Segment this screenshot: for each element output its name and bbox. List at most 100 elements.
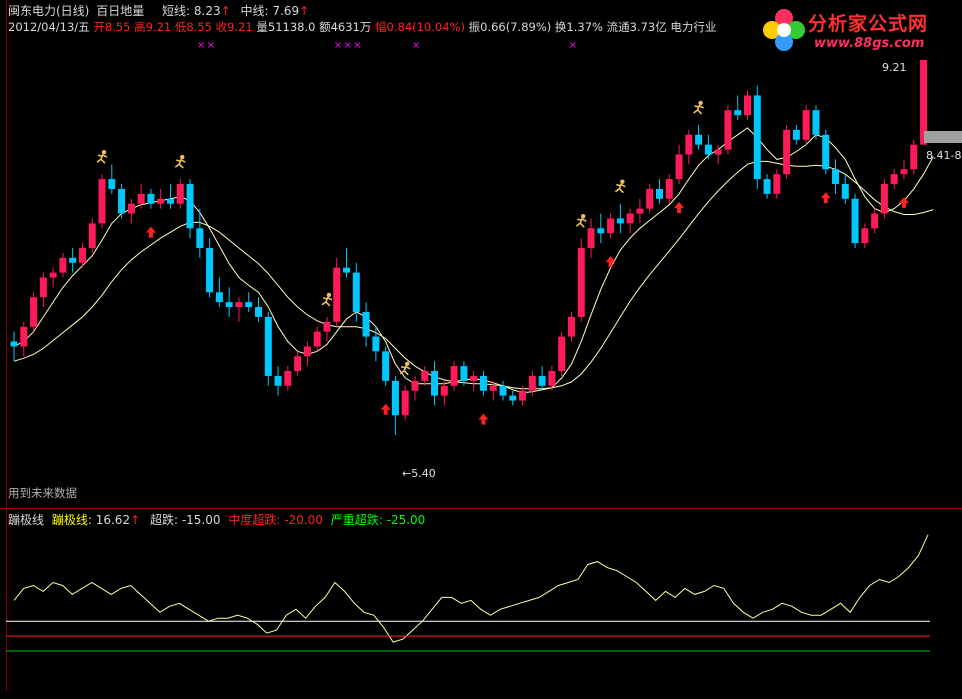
candle-body — [675, 154, 683, 180]
bottom-strip — [0, 691, 962, 699]
candle-body — [724, 110, 732, 150]
buy-arrow-icon — [605, 256, 616, 268]
candle-body — [792, 129, 800, 140]
candle-body — [460, 366, 468, 381]
candle-body — [558, 336, 566, 372]
candle-body — [78, 247, 86, 263]
candle-body — [176, 184, 184, 204]
runner-icon — [693, 100, 704, 115]
candle-body — [880, 184, 888, 214]
candle-body — [421, 371, 429, 381]
candle-body — [763, 179, 771, 194]
candle-body — [704, 144, 712, 155]
runner-body — [575, 217, 587, 228]
candle-body — [528, 375, 536, 391]
runner-body — [693, 104, 704, 115]
candle-body — [812, 110, 820, 135]
candle-body — [626, 213, 634, 224]
candle-body — [479, 375, 487, 391]
candle-body — [910, 144, 918, 170]
candle-body — [499, 385, 507, 396]
candle-body — [538, 375, 546, 386]
candle-body — [196, 228, 204, 248]
candle-body — [88, 223, 96, 248]
magenta-mark: × — [412, 40, 420, 51]
candle-body — [30, 297, 38, 327]
candle-body — [382, 351, 390, 381]
magenta-mark: × — [568, 40, 576, 51]
candle-body — [773, 174, 781, 194]
candlestick-chart[interactable]: × × × × × × × — [6, 0, 962, 508]
candle-body — [39, 277, 47, 298]
current-price-box — [924, 131, 962, 143]
runner-head — [101, 149, 107, 155]
buy-arrow-icon — [674, 202, 685, 214]
candle-body — [157, 198, 165, 204]
candle-body — [294, 356, 302, 372]
future-data-note: 用到未来数据 — [8, 486, 77, 500]
candle-body — [509, 395, 517, 401]
candle-body — [333, 267, 341, 322]
candle-body — [489, 385, 497, 391]
low-price-tag: ←5.40 — [402, 467, 436, 480]
candle-body — [225, 302, 233, 308]
candle-body — [714, 149, 722, 155]
magenta-mark: × — [344, 40, 352, 51]
runner-body — [174, 158, 186, 169]
candle-body — [313, 331, 321, 347]
candle-body — [548, 371, 556, 386]
buy-arrow-icon — [380, 403, 391, 415]
candle-body — [401, 390, 409, 416]
candle-body — [108, 179, 116, 189]
candle-body — [567, 316, 575, 337]
candle-body — [235, 302, 243, 308]
candle-body — [577, 247, 585, 317]
candle-body — [10, 341, 18, 347]
candle-body — [255, 307, 262, 317]
candle-body — [303, 346, 311, 357]
candle-body — [431, 371, 439, 396]
oscillator-chart[interactable] — [6, 509, 962, 691]
candle-body — [734, 110, 742, 116]
buy-arrow-icon — [898, 197, 909, 209]
candle-body — [871, 213, 879, 229]
runner-head — [581, 213, 586, 219]
candle-body — [215, 292, 223, 303]
runner-body — [321, 296, 333, 307]
ma-short-line — [13, 127, 934, 394]
candle-body — [166, 198, 174, 204]
candle-body — [607, 218, 615, 234]
magenta-mark: × — [197, 40, 205, 51]
runner-icon — [96, 149, 108, 164]
candle-body — [59, 257, 67, 273]
buy-arrow-icon — [478, 413, 489, 425]
runner-head — [405, 361, 410, 366]
candle-body — [362, 311, 370, 337]
candle-body — [137, 193, 145, 204]
candle-body — [851, 198, 859, 244]
high-price-tag: 9.21 — [882, 61, 907, 74]
buy-arrow-icon — [820, 192, 831, 204]
runner-head — [620, 179, 625, 184]
candle-body — [264, 316, 272, 376]
candle-body — [783, 129, 791, 175]
candle-body — [616, 218, 624, 224]
runner-icon — [575, 213, 587, 228]
runner-body — [399, 365, 411, 376]
candle-body — [69, 257, 77, 263]
candle-body — [890, 174, 898, 185]
runner-icon — [174, 154, 186, 169]
candle-body — [20, 326, 28, 347]
candle-body — [284, 371, 292, 386]
candle-body — [49, 272, 57, 278]
runner-head — [698, 100, 703, 106]
buy-arrow-icon — [145, 226, 156, 238]
candle-body — [245, 302, 253, 308]
candle-body — [753, 95, 761, 180]
candle-body — [274, 375, 282, 386]
candle-body — [587, 228, 595, 248]
candle-body — [118, 188, 126, 214]
candle-body — [98, 179, 106, 224]
candle-body — [323, 321, 331, 332]
candle-body — [646, 188, 654, 209]
